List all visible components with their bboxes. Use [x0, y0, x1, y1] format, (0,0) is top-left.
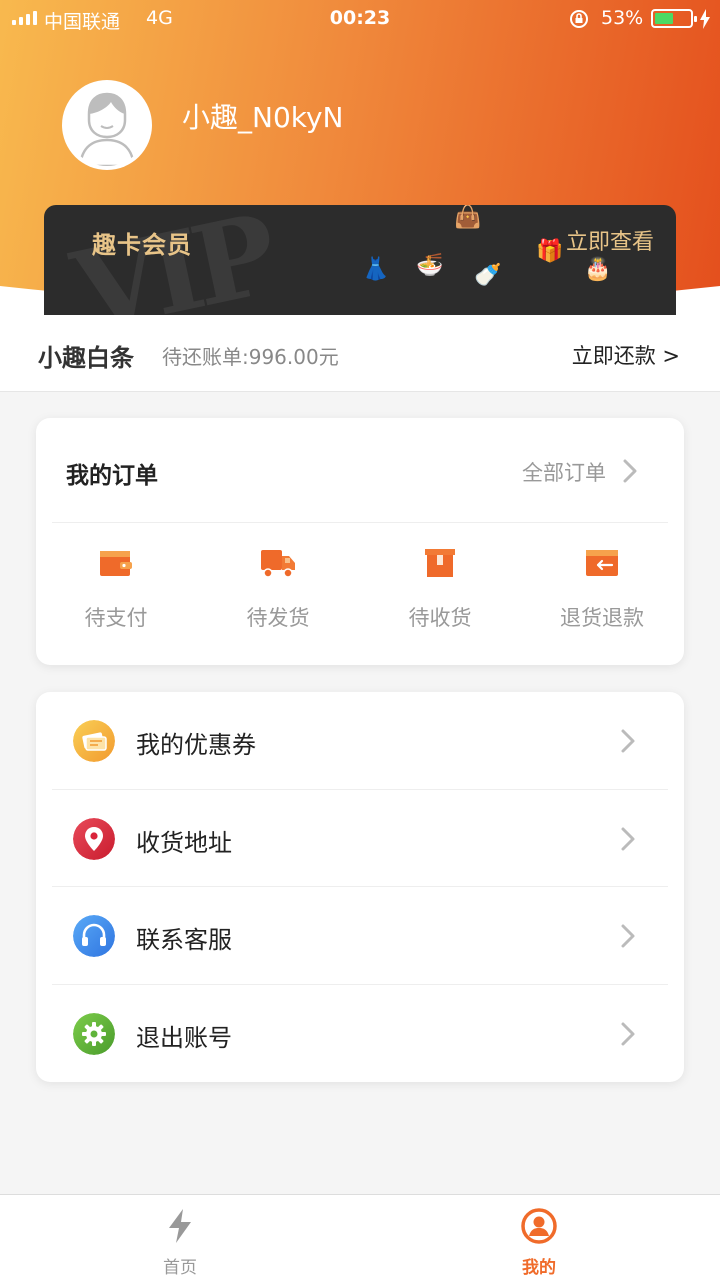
battery-percent: 53%	[601, 7, 644, 29]
credit-bill: 待还账单:996.00元	[162, 345, 339, 369]
coupon-icon	[73, 720, 115, 762]
user-circle-icon	[521, 1208, 557, 1244]
menu-item-logout[interactable]: 退出账号	[36, 985, 684, 1082]
gear-icon	[73, 1013, 115, 1055]
chevron-right-icon[interactable]	[622, 458, 638, 484]
order-label: 待支付	[84, 606, 148, 630]
battery-fill	[655, 13, 673, 24]
repay-button[interactable]: 立即还款 >	[572, 340, 680, 370]
order-label: 待发货	[246, 606, 310, 630]
menu-item-label: 退出账号	[136, 1024, 232, 1052]
all-orders-link[interactable]: 全部订单	[522, 457, 606, 487]
tab-label: 首页	[163, 1258, 197, 1278]
truck-icon	[261, 550, 295, 578]
location-pin-icon	[73, 818, 115, 860]
menu-card: 我的优惠券 收货地址 联系客服 退出账号	[36, 692, 684, 1082]
rotation-lock-icon	[570, 10, 588, 28]
vip-watermark: VIP	[62, 205, 281, 315]
menu-item-label: 收货地址	[136, 829, 232, 857]
order-status-unpaid[interactable]: 待支付	[36, 546, 196, 632]
menu-item-address[interactable]: 收货地址	[36, 790, 684, 887]
wallet-icon	[100, 551, 132, 576]
gift-icon: 🎁	[536, 239, 564, 264]
dress-icon: 👗	[362, 257, 390, 282]
bottle-icon: 🍼	[474, 263, 502, 288]
refund-icon	[586, 550, 618, 576]
battery-icon	[651, 9, 697, 28]
vip-view-button[interactable]: 立即查看	[566, 224, 654, 256]
username[interactable]: 小趣_N0kyN	[182, 96, 344, 136]
status-bar: 中国联通 4G 00:23 53%	[0, 0, 720, 38]
headphones-icon	[73, 915, 115, 957]
menu-item-customer-service[interactable]: 联系客服	[36, 887, 684, 984]
menu-item-label: 我的优惠券	[136, 731, 256, 759]
package-icon	[425, 549, 455, 577]
bag-icon: 👜	[454, 205, 482, 230]
credit-title: 小趣白条	[38, 344, 134, 372]
order-label: 退货退款	[560, 606, 644, 630]
chevron-right-icon	[621, 1022, 635, 1046]
order-label: 待收货	[408, 606, 472, 630]
tab-home[interactable]: 首页	[120, 1207, 240, 1278]
lightning-icon	[169, 1209, 191, 1243]
chevron-right-icon	[621, 827, 635, 851]
tab-bar: 首页 我的	[0, 1194, 720, 1280]
chevron-right-icon	[621, 924, 635, 948]
vip-title: 趣卡会员	[92, 231, 192, 259]
vip-card[interactable]: VIP 👜 👗 🍜 🍼 🎁 🎂 趣卡会员 立即查看	[44, 205, 676, 315]
chevron-right-icon	[621, 729, 635, 753]
orders-title: 我的订单	[66, 463, 158, 489]
credit-row: 小趣白条 待还账单:996.00元 立即还款 >	[0, 316, 720, 392]
tab-mine[interactable]: 我的	[479, 1207, 599, 1278]
tab-label: 我的	[522, 1258, 556, 1278]
order-status-to-receive[interactable]: 待收货	[360, 546, 520, 632]
charging-bolt-icon	[700, 9, 710, 29]
divider	[52, 522, 668, 523]
menu-item-coupons[interactable]: 我的优惠券	[36, 692, 684, 789]
order-status-refund[interactable]: 退货退款	[522, 546, 682, 632]
bowl-icon: 🍜	[416, 253, 444, 278]
user-avatar-icon	[66, 84, 148, 166]
order-status-to-ship[interactable]: 待发货	[198, 546, 358, 632]
menu-item-label: 联系客服	[136, 926, 232, 954]
orders-card: 我的订单 全部订单 待支付 待发货 待收货 退货退款	[36, 418, 684, 665]
avatar[interactable]	[62, 80, 152, 170]
cake-icon: 🎂	[584, 257, 612, 282]
